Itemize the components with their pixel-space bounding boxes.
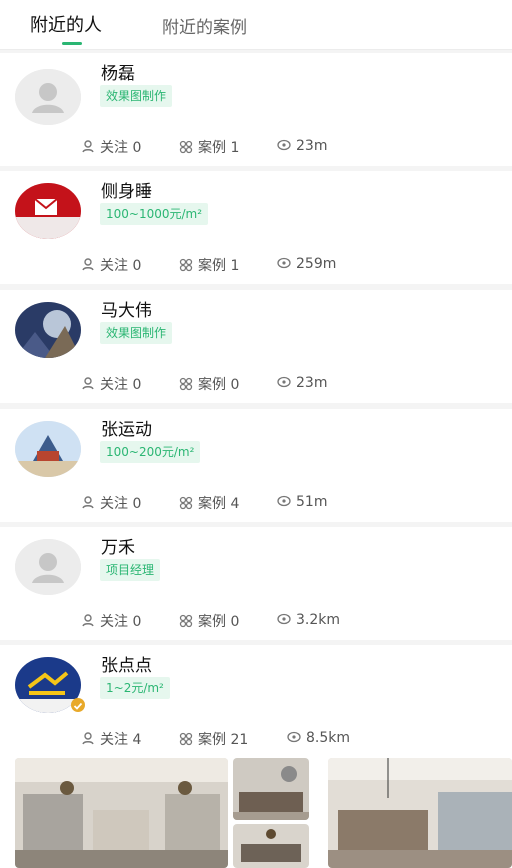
active-tab-indicator xyxy=(62,42,82,45)
location-icon xyxy=(277,376,291,388)
person-name: 侧身睡 xyxy=(101,182,152,202)
person-card[interactable]: 张运动 100~200元/m² 关注 0 案例 4 51m xyxy=(0,409,512,522)
grid-icon xyxy=(179,614,193,628)
grid-icon xyxy=(179,140,193,154)
cases-stat: 案例 0 xyxy=(178,611,239,631)
person-card[interactable]: 张点点 1~2元/m² 关注 4 案例 21 8.5km xyxy=(0,645,512,758)
cases-stat: 案例 21 xyxy=(178,729,248,749)
grid-icon xyxy=(179,732,193,746)
person-card[interactable]: 杨磊 效果图制作 关注 0 案例 1 23m xyxy=(0,53,512,166)
user-icon xyxy=(82,496,94,509)
location-icon xyxy=(277,495,291,507)
avatar-image xyxy=(15,421,81,477)
distance-stat: 51m xyxy=(276,493,327,510)
case-photo[interactable] xyxy=(15,758,228,868)
user-icon xyxy=(82,614,94,627)
tab-nearby-people[interactable]: 附近的人 xyxy=(30,11,102,37)
location-icon xyxy=(277,139,291,151)
location-icon xyxy=(287,731,301,743)
cases-stat: 案例 1 xyxy=(178,255,239,275)
person-tag: 效果图制作 xyxy=(100,322,173,344)
distance-stat: 3.2km xyxy=(276,611,340,628)
avatar-image xyxy=(15,183,81,239)
user-icon xyxy=(82,377,94,390)
person-card[interactable]: 侧身睡 100~1000元/m² 关注 0 案例 1 259m xyxy=(0,171,512,284)
user-icon xyxy=(82,732,94,745)
person-card[interactable]: 万禾 项目经理 关注 0 案例 0 3.2km xyxy=(0,527,512,640)
cases-stat: 案例 4 xyxy=(178,493,239,513)
case-photo[interactable] xyxy=(233,824,309,868)
grid-icon xyxy=(179,377,193,391)
follow-stat: 关注 0 xyxy=(80,611,141,631)
distance-stat: 259m xyxy=(276,255,336,272)
location-icon xyxy=(277,613,291,625)
person-name: 杨磊 xyxy=(101,64,135,84)
cases-stat: 案例 0 xyxy=(178,374,239,394)
case-photo[interactable] xyxy=(233,758,309,820)
person-name: 万禾 xyxy=(101,538,135,558)
avatar-placeholder xyxy=(15,539,81,595)
case-photo-strip xyxy=(0,756,512,868)
person-tag: 100~200元/m² xyxy=(100,441,201,463)
location-icon xyxy=(277,257,291,269)
case-photo[interactable] xyxy=(328,758,512,868)
person-name: 张运动 xyxy=(101,420,152,440)
grid-icon xyxy=(179,258,193,272)
follow-stat: 关注 0 xyxy=(80,493,141,513)
follow-stat: 关注 0 xyxy=(80,374,141,394)
person-name: 张点点 xyxy=(101,656,152,676)
top-tab-bar: 附近的人 附近的案例 xyxy=(0,0,512,50)
avatar-image xyxy=(15,302,81,358)
tab-nearby-cases[interactable]: 附近的案例 xyxy=(162,13,247,38)
person-card[interactable]: 马大伟 效果图制作 关注 0 案例 0 23m xyxy=(0,290,512,403)
person-tag: 1~2元/m² xyxy=(100,677,170,699)
cases-stat: 案例 1 xyxy=(178,137,239,157)
user-icon xyxy=(82,258,94,271)
follow-stat: 关注 0 xyxy=(80,137,141,157)
person-tag: 项目经理 xyxy=(100,559,161,581)
person-tag: 效果图制作 xyxy=(100,85,173,107)
person-tag: 100~1000元/m² xyxy=(100,203,209,225)
follow-stat: 关注 0 xyxy=(80,255,141,275)
distance-stat: 23m xyxy=(276,137,327,154)
verified-badge-icon xyxy=(71,698,85,712)
avatar-placeholder xyxy=(15,69,81,125)
follow-stat: 关注 4 xyxy=(80,729,141,749)
user-icon xyxy=(82,140,94,153)
person-name: 马大伟 xyxy=(101,301,152,321)
grid-icon xyxy=(179,496,193,510)
distance-stat: 8.5km xyxy=(286,729,350,746)
distance-stat: 23m xyxy=(276,374,327,391)
